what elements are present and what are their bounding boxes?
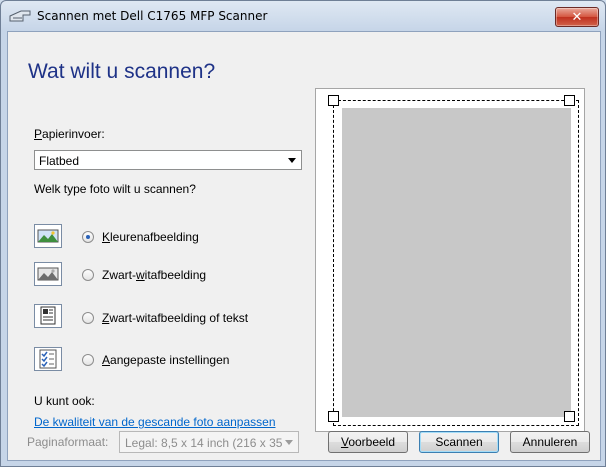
chevron-down-icon bbox=[285, 440, 293, 445]
custom-settings-label[interactable]: Aangepaste instellingen bbox=[102, 353, 229, 367]
paper-source-value: Flatbed bbox=[39, 154, 80, 168]
black-white-text-radio[interactable] bbox=[82, 312, 94, 324]
crop-handle-top-left[interactable] bbox=[328, 95, 339, 106]
grayscale-picture-label[interactable]: Zwart-witafbeelding bbox=[102, 268, 206, 282]
page-size-label: Paginaformaat: bbox=[27, 435, 109, 449]
custom-settings-radio[interactable] bbox=[82, 354, 94, 366]
grayscale-picture-icon[interactable] bbox=[34, 262, 62, 286]
color-picture-label[interactable]: Kleurenafbeelding bbox=[102, 230, 199, 244]
page-size-value: Legal: 8,5 x 14 inch (216 x 35 bbox=[125, 436, 283, 450]
preview-button[interactable]: Voorbeeld bbox=[328, 431, 408, 453]
color-picture-icon[interactable] bbox=[34, 224, 62, 248]
adjust-quality-link[interactable]: De kwaliteit van de gescande foto aanpas… bbox=[34, 415, 276, 429]
chevron-down-icon bbox=[288, 158, 296, 163]
page-title: Wat wilt u scannen? bbox=[28, 60, 216, 83]
paper-source-label: Papierinvoer: bbox=[34, 127, 105, 141]
grayscale-picture-radio[interactable] bbox=[82, 269, 94, 281]
page-size-dropdown[interactable]: Legal: 8,5 x 14 inch (216 x 35 bbox=[119, 431, 299, 453]
color-picture-radio[interactable] bbox=[82, 231, 94, 243]
black-white-text-icon[interactable] bbox=[34, 304, 62, 328]
title-bar[interactable]: Scannen met Dell C1765 MFP Scanner ✕ bbox=[1, 1, 605, 31]
crop-handle-bottom-right[interactable] bbox=[564, 411, 575, 422]
paper-source-dropdown[interactable]: Flatbed bbox=[34, 150, 302, 170]
close-button[interactable]: ✕ bbox=[555, 7, 599, 27]
close-icon: ✕ bbox=[571, 9, 583, 24]
black-white-text-label[interactable]: Zwart-witafbeelding of tekst bbox=[102, 311, 248, 325]
crop-handle-bottom-left[interactable] bbox=[328, 411, 339, 422]
dialog-client-area: Wat wilt u scannen? Papierinvoer: Flatbe… bbox=[7, 31, 601, 461]
scan-dialog-window: Scannen met Dell C1765 MFP Scanner ✕ Wat… bbox=[0, 0, 606, 467]
window-title: Scannen met Dell C1765 MFP Scanner bbox=[37, 9, 268, 23]
scanner-icon bbox=[9, 10, 31, 22]
cancel-button[interactable]: Annuleren bbox=[510, 431, 590, 453]
custom-settings-icon[interactable] bbox=[34, 347, 62, 371]
scan-button[interactable]: Scannen bbox=[419, 431, 499, 453]
also-label: U kunt ook: bbox=[34, 394, 95, 408]
scan-preview-panel[interactable] bbox=[315, 88, 585, 432]
photo-type-label: Welk type foto wilt u scannen? bbox=[34, 182, 196, 196]
preview-page-area bbox=[342, 108, 571, 417]
crop-handle-top-right[interactable] bbox=[564, 95, 575, 106]
